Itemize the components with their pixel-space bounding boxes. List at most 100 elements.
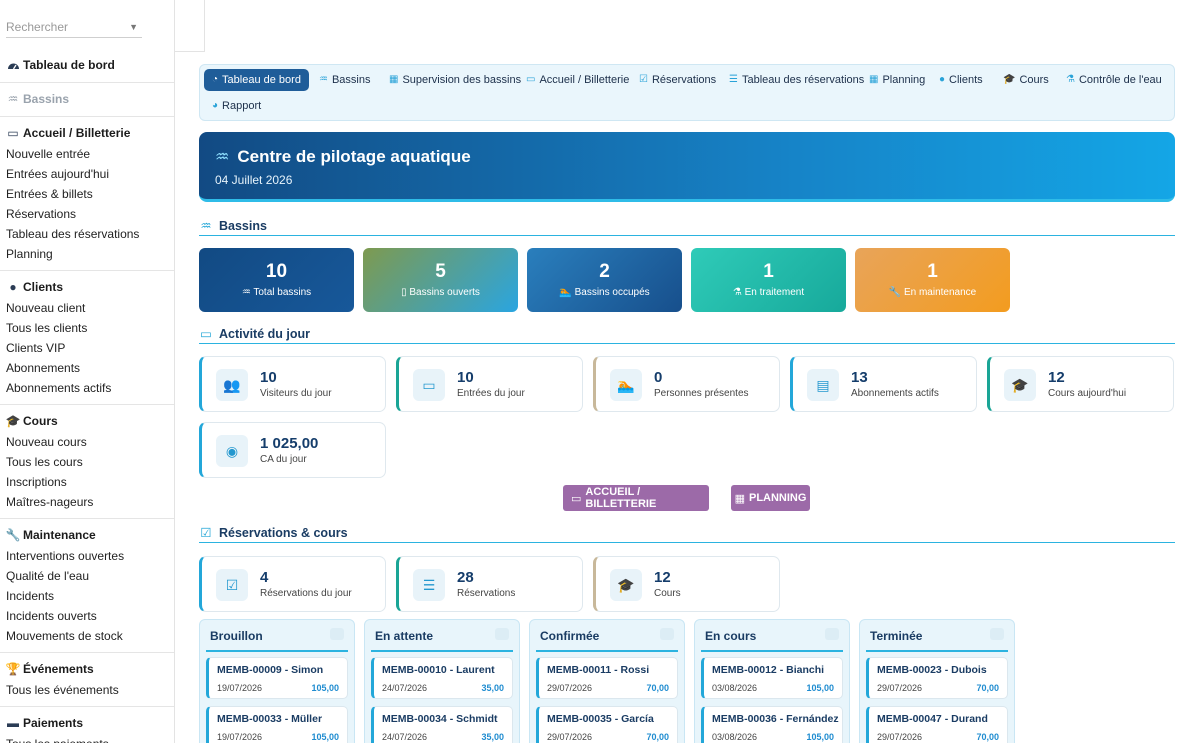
sidebar-item[interactable]: Inscriptions [6, 472, 168, 492]
kpi-label: Visiteurs du jour [260, 388, 332, 399]
kanban-card[interactable]: MEMB-00036 - Fernández 03/08/2026 105,00 [701, 706, 843, 743]
sidebar-item[interactable]: Clients VIP [6, 338, 168, 358]
tab-3[interactable]: ▭ Accueil / Billetterie [518, 69, 637, 91]
kpi-value: 10 [260, 369, 277, 386]
column-menu-icon[interactable] [495, 628, 509, 640]
sidebar-item[interactable]: Mouvements de stock [6, 626, 168, 646]
tab-2[interactable]: ▦ Supervision des bassins [381, 69, 529, 91]
sidebar-item[interactable]: Entrées aujourd'hui [6, 164, 168, 184]
column-menu-icon[interactable] [660, 628, 674, 640]
stat-label: Bassins ouverts [409, 287, 480, 298]
sidebar-item-dashboard[interactable]: Tableau de bord [6, 54, 168, 76]
page-date: 04 Juillet 2026 [215, 173, 293, 187]
kanban-card-title: MEMB-00012 - Bianchi [712, 664, 825, 676]
sidebar-item[interactable]: Nouveau cours [6, 432, 168, 452]
sidebar-item[interactable]: Tous les événements [6, 680, 168, 700]
sidebar-item[interactable]: Incidents [6, 586, 168, 606]
pool-icon: ♒ [319, 74, 328, 85]
chevron-down-icon[interactable]: ▼ [129, 18, 138, 36]
tab-8[interactable]: 🎓 Cours [995, 69, 1057, 91]
sidebar-section-0[interactable]: ▭ Accueil / Billetterie [6, 122, 168, 144]
kanban-card[interactable]: MEMB-00034 - Schmidt 24/07/2026 35,00 [371, 706, 513, 743]
kanban-column-title: En attente [375, 629, 434, 643]
tab-1[interactable]: ♒ Bassins [311, 69, 379, 91]
section-title: Activité du jour [219, 326, 310, 341]
graduation-cap-icon: 🎓 [610, 569, 642, 601]
sidebar-item[interactable]: Incidents ouverts [6, 606, 168, 626]
sidebar-section-5[interactable]: ▬ Paiements [6, 712, 168, 734]
kanban-card-amount: 70,00 [976, 683, 999, 693]
sidebar: Rechercher ▼ Tableau de bord ♒ Bassins ▭… [0, 0, 175, 743]
kanban-card[interactable]: MEMB-00023 - Dubois 29/07/2026 70,00 [866, 657, 1008, 699]
kpi-value: 10 [457, 369, 474, 386]
column-menu-icon[interactable] [330, 628, 344, 640]
tab-9[interactable]: ⚗ Contrôle de l'eau [1058, 69, 1170, 91]
tab-5[interactable]: ☰ Tableau des réservations [721, 69, 872, 91]
sidebar-item[interactable]: Nouvelle entrée [6, 144, 168, 164]
kanban-card-title: MEMB-00011 - Rossi [547, 664, 650, 676]
planning-button[interactable]: ▦ PLANNING [731, 485, 810, 511]
tab-7[interactable]: ● Clients [931, 69, 991, 91]
kanban-card[interactable]: MEMB-00035 - García 29/07/2026 70,00 [536, 706, 678, 743]
kanban-card[interactable]: MEMB-00047 - Durand 29/07/2026 70,00 [866, 706, 1008, 743]
sidebar-item[interactable]: Planning [6, 244, 168, 264]
sidebar-item[interactable]: Abonnements actifs [6, 378, 168, 398]
stat-label-row: ⚗ En traitement [691, 287, 846, 298]
calendar-check-icon: ☑ [200, 526, 212, 540]
sidebar-item[interactable]: Nouveau client [6, 298, 168, 318]
kanban-card-title: MEMB-00047 - Durand [877, 713, 988, 725]
trophy-icon: 🏆 [5, 662, 21, 676]
coins-icon: ◉ [216, 435, 248, 467]
stat-value: 5 [435, 261, 446, 282]
column-divider [206, 650, 348, 652]
kanban-card[interactable]: MEMB-00012 - Bianchi 03/08/2026 105,00 [701, 657, 843, 699]
tab-6[interactable]: ▦ Planning [861, 69, 933, 91]
kanban-card-amount: 105,00 [806, 683, 834, 693]
stat-label: Total bassins [253, 287, 312, 298]
column-divider [866, 650, 1008, 652]
sidebar-item[interactable]: Abonnements [6, 358, 168, 378]
accueil-billetterie-button[interactable]: ▭ ACCUEIL / BILLETTERIE [563, 485, 709, 511]
tab-0[interactable]: ◔ Tableau de bord [204, 69, 309, 91]
section-activite: ▭ Activité du jour [199, 324, 1175, 344]
stat-value: 2 [599, 261, 610, 282]
kanban-column: En attente MEMB-00010 - Laurent 24/07/2026… [364, 619, 520, 743]
sidebar-item[interactable]: Tous les clients [6, 318, 168, 338]
kanban-card[interactable]: MEMB-00033 - Müller 19/07/2026 105,00 [206, 706, 348, 743]
column-menu-icon[interactable] [825, 628, 839, 640]
graduation-cap-icon: 🎓 [5, 414, 21, 428]
sidebar-section-1[interactable]: ● Clients [6, 276, 168, 298]
kpi-card: ☑ 4 Réservations du jour [199, 556, 386, 612]
ticket-icon: ▭ [7, 126, 19, 140]
kanban-card[interactable]: MEMB-00011 - Rossi 29/07/2026 70,00 [536, 657, 678, 699]
sidebar-section-3[interactable]: 🔧 Maintenance [6, 524, 168, 546]
kpi-card: 👥 10 Visiteurs du jour [199, 356, 386, 412]
column-divider [536, 650, 678, 652]
sidebar-item[interactable]: Maîtres-nageurs [6, 492, 168, 512]
kanban-card-title: MEMB-00023 - Dubois [877, 664, 987, 676]
sidebar-item[interactable]: Entrées & billets [6, 184, 168, 204]
search-input[interactable]: Rechercher ▼ [6, 18, 142, 38]
sidebar-section-4[interactable]: 🏆 Événements [6, 658, 168, 680]
tab-10[interactable]: ◕ Rapport [204, 95, 269, 117]
section-title: Bassins [219, 218, 267, 233]
sidebar-item[interactable]: Interventions ouvertes [6, 546, 168, 566]
kanban-card-amount: 70,00 [646, 732, 669, 742]
kpi-label: Réservations du jour [260, 588, 352, 599]
sidebar-item[interactable]: Tableau des réservations [6, 224, 168, 244]
dashboard-icon [6, 60, 20, 71]
kanban-card[interactable]: MEMB-00010 - Laurent 24/07/2026 35,00 [371, 657, 513, 699]
sidebar-item[interactable]: Réservations [6, 204, 168, 224]
sidebar-item[interactable]: Qualité de l'eau [6, 566, 168, 586]
sidebar-section-2[interactable]: 🎓 Cours [6, 410, 168, 432]
planning-button-label: PLANNING [748, 492, 807, 504]
sidebar-item[interactable]: Tous les paiements [6, 734, 168, 743]
sidebar-item-bassins[interactable]: ♒ Bassins [6, 88, 168, 110]
kanban-card[interactable]: MEMB-00009 - Simon 19/07/2026 105,00 [206, 657, 348, 699]
calendar-icon: ▦ [734, 492, 745, 505]
kanban-card-title: MEMB-00035 - García [547, 713, 654, 725]
column-menu-icon[interactable] [990, 628, 1004, 640]
sidebar-item[interactable]: Tous les cours [6, 452, 168, 472]
tab-4[interactable]: ☑ Réservations [631, 69, 724, 91]
kanban-card-date: 29/07/2026 [877, 683, 923, 693]
